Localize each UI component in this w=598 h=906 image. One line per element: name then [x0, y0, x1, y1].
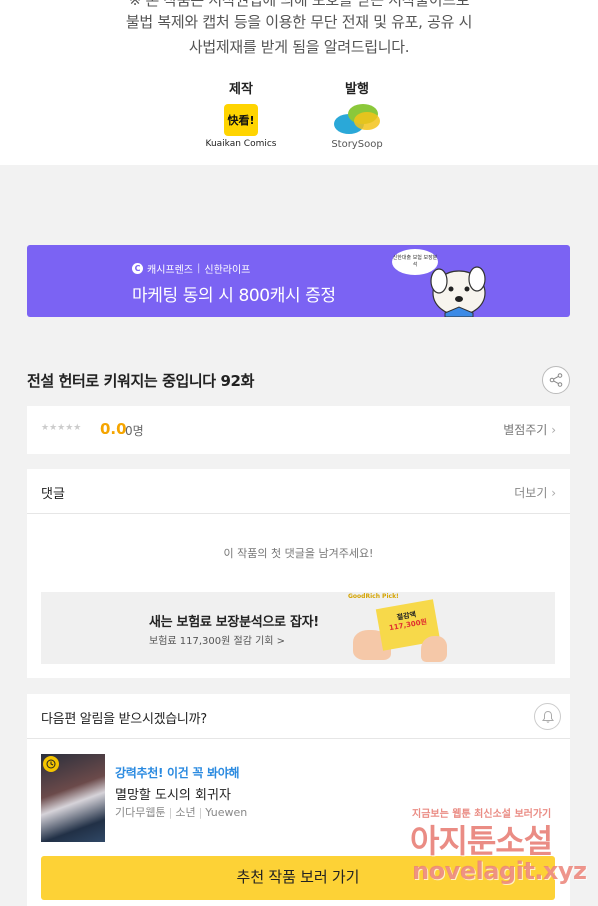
recommendation-tag: 강력추천! 이건 꼭 봐야해 — [115, 766, 240, 780]
promo-banner[interactable]: C 캐시프렌즈 | 신한라이프 마케팅 동의 시 800캐시 증정 신한대출 보… — [27, 245, 570, 317]
kuaikan-logo-text: 快看! — [227, 114, 255, 127]
rating-score: 0.0 — [100, 420, 127, 438]
ad-subtitle: 보험료 117,300원 절감 기회 > — [149, 636, 286, 647]
next-episode-header: 다음편 알림을 받으시겠습니까? — [27, 694, 570, 739]
notice-line-1: ※ 본 작품은 저작권법에 의해 보호를 받는 저작물이므로 — [128, 0, 470, 9]
recommendation-title[interactable]: 멸망할 도시의 회귀자 — [115, 784, 231, 803]
rating-stars-icon: ★★★★★ — [41, 423, 82, 433]
comments-title: 댓글 — [41, 487, 65, 502]
chevron-right-icon: › — [551, 423, 556, 437]
next-episode-alert-title: 다음편 알림을 받으시겠습니까? — [41, 712, 207, 727]
insurance-ad[interactable]: 새는 보험료 보장분석으로 잡자! 보험료 117,300원 절감 기회 > G… — [41, 592, 555, 664]
production-credit: 제작 快看! Kuaikan Comics — [201, 78, 281, 150]
production-label: 제작 — [229, 82, 253, 97]
rate-link[interactable]: 별점주기 › — [503, 421, 556, 438]
share-icon — [549, 373, 563, 387]
ad-brand: GoodRich Pick! — [348, 593, 399, 600]
credits: 제작 快看! Kuaikan Comics 발행 StorySoop — [0, 78, 598, 150]
notice-line-2: 불법 복제와 캡처 등을 이용한 무단 전재 및 유포, 공유 시 — [125, 13, 473, 31]
recommendation-author: Yuewen — [205, 806, 248, 819]
cash-icon: C — [132, 263, 143, 274]
bell-icon — [541, 710, 554, 723]
banner-brand-row: C 캐시프렌즈 | 신한라이프 — [132, 261, 250, 276]
production-name: Kuaikan Comics — [205, 139, 277, 149]
next-episode-card: 다음편 알림을 받으시겠습니까? 강력추천! 이건 꼭 봐야해 멸망할 도시의 … — [27, 694, 570, 906]
storysoop-logo — [332, 104, 382, 136]
kuaikan-logo: 快看! — [224, 104, 258, 136]
comments-card: 댓글 더보기 › 이 작품의 첫 댓글을 남겨주세요! 새는 보험료 보장분석으… — [27, 469, 570, 678]
banner-partner: 신한라이프 — [204, 265, 251, 276]
chevron-right-icon: › — [551, 486, 556, 500]
clock-icon — [43, 756, 59, 772]
comments-empty-message: 이 작품의 첫 댓글을 남겨주세요! — [223, 547, 374, 560]
more-link-label: 더보기 — [514, 486, 548, 500]
recommendation-genre: 기다무웹툰 — [115, 806, 166, 819]
rating-count: 0명 — [125, 424, 144, 438]
rate-link-label: 별점주기 — [503, 423, 548, 437]
notification-bell-button[interactable] — [534, 703, 561, 730]
banner-brand: 캐시프렌즈 — [147, 265, 193, 276]
publisher-credit: 발행 StorySoop — [317, 78, 397, 150]
view-recommendation-button[interactable]: 추천 작품 보러 가기 — [41, 856, 555, 900]
publisher-label: 발행 — [345, 82, 369, 97]
copyright-notice: ※ 본 작품은 저작권법에 의해 보호를 받는 저작물이므로 불법 복제와 캡처… — [0, 0, 598, 165]
recommendation-meta: 기다무웹툰 | 소년 | Yuewen — [115, 806, 248, 819]
recommendation-category: 소년 — [175, 806, 196, 819]
rating-card: ★★★★★ 0.0 0명 별점주기 › — [27, 406, 570, 454]
episode-title: 전설 헌터로 키워지는 중입니다 92화 — [27, 372, 254, 390]
ad-card-amount: 117,300원 — [388, 617, 428, 633]
speech-bubble: 신한대출 보험 보장분석 — [392, 249, 438, 275]
share-button[interactable] — [542, 366, 570, 394]
notice-line-3: 사법제재를 받게 됨을 알려드립니다. — [188, 38, 410, 56]
ad-title: 새는 보험료 보장분석으로 잡자! — [149, 615, 319, 630]
recommendation-thumbnail[interactable] — [41, 754, 105, 842]
hand-illustration-icon — [421, 636, 447, 662]
publisher-name: StorySoop — [331, 139, 383, 150]
comments-header: 댓글 더보기 › — [27, 469, 570, 514]
comments-more-link[interactable]: 더보기 › — [514, 484, 556, 501]
banner-main-text: 마케팅 동의 시 800캐시 증정 — [132, 286, 336, 306]
